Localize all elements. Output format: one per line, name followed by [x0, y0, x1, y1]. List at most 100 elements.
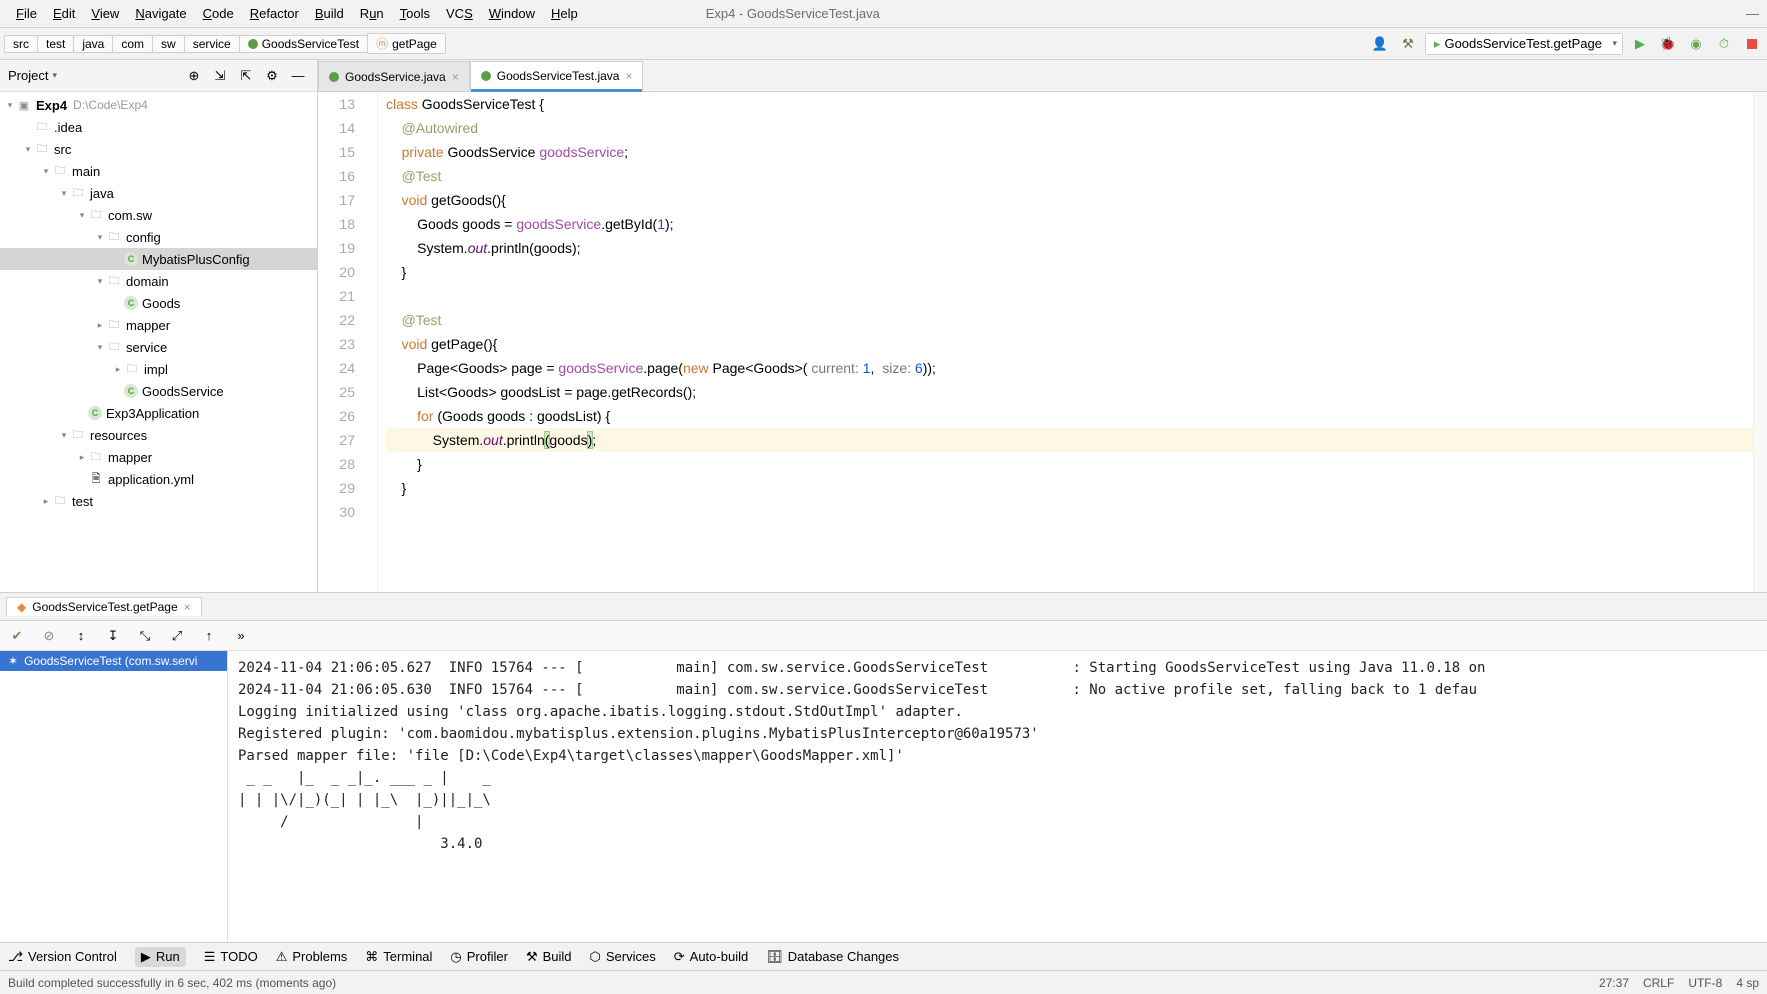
code-line[interactable]: @Test	[386, 308, 1753, 332]
menu-file[interactable]: File	[8, 4, 45, 23]
build-icon[interactable]: ⚒	[1397, 33, 1419, 55]
console-output[interactable]: 2024-11-04 21:06:05.627 INFO 15764 --- […	[228, 651, 1767, 942]
breadcrumb-item[interactable]: GoodsServiceTest	[239, 35, 368, 53]
caret-position[interactable]: 27:37	[1599, 976, 1629, 990]
add-config-icon[interactable]: 👤	[1369, 33, 1391, 55]
tree-arrow-icon[interactable]: ▸	[40, 496, 52, 507]
more-icon[interactable]: »	[230, 625, 252, 647]
minimize-button[interactable]: —	[1746, 6, 1759, 21]
editor[interactable]: 131415161718192021222324252627282930 cla…	[318, 92, 1767, 592]
code-line[interactable]: }	[386, 452, 1753, 476]
tree-item[interactable]: CGoodsService	[0, 380, 317, 402]
breadcrumb-item[interactable]: service	[184, 35, 240, 53]
tree-item[interactable]: ▾🗀com.sw	[0, 204, 317, 226]
menu-tools[interactable]: Tools	[392, 4, 438, 23]
gutter-line[interactable]: 15	[318, 140, 355, 164]
breadcrumb-item[interactable]: sw	[152, 35, 185, 53]
run-icon[interactable]: ▶	[1629, 33, 1651, 55]
tree-item[interactable]: ▾🗀main	[0, 160, 317, 182]
menu-edit[interactable]: Edit	[45, 4, 83, 23]
tree-arrow-icon[interactable]: ▸	[112, 364, 124, 375]
editor-tab[interactable]: GoodsService.java×	[318, 61, 470, 91]
gutter-line[interactable]: 16	[318, 164, 355, 188]
menu-refactor[interactable]: Refactor	[242, 4, 307, 23]
menu-window[interactable]: Window	[481, 4, 543, 23]
code-line[interactable]: private GoodsService goodsService;	[386, 140, 1753, 164]
tree-item[interactable]: CGoods	[0, 292, 317, 314]
settings-icon[interactable]: ⚙	[261, 65, 283, 87]
code-line[interactable]: List<Goods> goodsList = page.getRecords(…	[386, 380, 1753, 404]
breadcrumb-item[interactable]: com	[112, 35, 153, 53]
tree-arrow-icon[interactable]: ▾	[76, 210, 88, 221]
gutter-line[interactable]: 19	[318, 236, 355, 260]
tree-item[interactable]: ▸🗀test	[0, 490, 317, 512]
tree-item[interactable]: ▸🗀mapper	[0, 446, 317, 468]
expand-icon[interactable]: ⤡	[134, 625, 156, 647]
tree-item[interactable]: CMybatisPlusConfig	[0, 248, 317, 270]
bottom-tool-profiler[interactable]: ◷Profiler	[450, 949, 508, 965]
breadcrumb-item[interactable]: test	[37, 35, 74, 53]
bottom-tool-todo[interactable]: ☰TODO	[204, 949, 258, 965]
tree-arrow-icon[interactable]: ▾	[94, 342, 106, 353]
hide-icon[interactable]: —	[287, 65, 309, 87]
code-line[interactable]: Goods goods = goodsService.getById(1);	[386, 212, 1753, 236]
tree-arrow-icon[interactable]: ▸	[94, 320, 106, 331]
code-line[interactable]: class GoodsServiceTest {	[386, 92, 1753, 116]
editor-tab[interactable]: GoodsServiceTest.java×	[470, 61, 644, 91]
locate-icon[interactable]: ⊕	[183, 65, 205, 87]
code-line[interactable]: for (Goods goods : goodsList) {	[386, 404, 1753, 428]
test-tree[interactable]: ✶ GoodsServiceTest (com.sw.servi	[0, 651, 228, 942]
code-line[interactable]	[386, 500, 1753, 524]
menu-navigate[interactable]: Navigate	[127, 4, 194, 23]
bottom-tool-terminal[interactable]: ⌘Terminal	[365, 949, 432, 965]
code-line[interactable]: }	[386, 260, 1753, 284]
bottom-tool-version-control[interactable]: ⎇Version Control	[8, 949, 117, 965]
error-stripe[interactable]: ⚠ 2	[1753, 92, 1767, 592]
gutter-line[interactable]: 21	[318, 284, 355, 308]
tree-item[interactable]: ▾🗀service	[0, 336, 317, 358]
tree-arrow-icon[interactable]: ▸	[76, 452, 88, 463]
breadcrumb-item[interactable]: java	[73, 35, 113, 53]
tree-item[interactable]: ▾🗀config	[0, 226, 317, 248]
gutter-line[interactable]: 14	[318, 116, 355, 140]
bottom-tool-build[interactable]: ⚒Build	[526, 949, 572, 965]
tree-arrow-icon[interactable]: ▾	[58, 430, 70, 441]
gutter-line[interactable]: 28	[318, 452, 355, 476]
bottom-tool-auto-build[interactable]: ⟳Auto-build	[674, 949, 748, 965]
menu-vcs[interactable]: VCS	[438, 4, 481, 23]
line-separator[interactable]: CRLF	[1643, 976, 1674, 990]
menu-help[interactable]: Help	[543, 4, 586, 23]
menu-run[interactable]: Run	[352, 4, 392, 23]
test-tree-item[interactable]: ✶ GoodsServiceTest (com.sw.servi	[0, 651, 227, 671]
code-line[interactable]: @Autowired	[386, 116, 1753, 140]
indent[interactable]: 4 sp	[1736, 976, 1759, 990]
gutter-line[interactable]: 18	[318, 212, 355, 236]
close-icon[interactable]: ×	[625, 69, 632, 83]
collapse-all-icon[interactable]: ⇱	[235, 65, 257, 87]
gutter-line[interactable]: 25	[318, 380, 355, 404]
tree-item[interactable]: ▾🗀domain	[0, 270, 317, 292]
tree-item[interactable]: 🗀.idea	[0, 116, 317, 138]
up-icon[interactable]: ↑	[198, 625, 220, 647]
gutter-line[interactable]: 29	[318, 476, 355, 500]
collapse-icon[interactable]: ⤢	[166, 625, 188, 647]
expand-all-icon[interactable]: ⇲	[209, 65, 231, 87]
menu-code[interactable]: Code	[195, 4, 242, 23]
tree-item[interactable]: 🗎application.yml	[0, 468, 317, 490]
breadcrumb-item[interactable]: ⓜ getPage	[367, 33, 446, 54]
sort-alpha-icon[interactable]: ↧	[102, 625, 124, 647]
close-icon[interactable]: ×	[452, 70, 459, 84]
panel-dropdown-icon[interactable]: ▾	[52, 70, 57, 81]
run-tab[interactable]: ◆ GoodsServiceTest.getPage ×	[6, 597, 202, 616]
bottom-tool-database-changes[interactable]: 🗄Database Changes	[766, 949, 899, 965]
menu-view[interactable]: View	[83, 4, 127, 23]
tree-item[interactable]: ▸🗀mapper	[0, 314, 317, 336]
stop-icon[interactable]	[1741, 33, 1763, 55]
gutter-line[interactable]: 30	[318, 500, 355, 524]
code-line[interactable]: System.out.println(goods);	[386, 428, 1753, 452]
test-failed-icon[interactable]: ⊘	[38, 625, 60, 647]
tree-arrow-icon[interactable]: ▾	[94, 232, 106, 243]
code-line[interactable]: void getPage(){	[386, 332, 1753, 356]
run-config-selector[interactable]: ▸ GoodsServiceTest.getPage	[1425, 33, 1623, 55]
code-line[interactable]: @Test	[386, 164, 1753, 188]
